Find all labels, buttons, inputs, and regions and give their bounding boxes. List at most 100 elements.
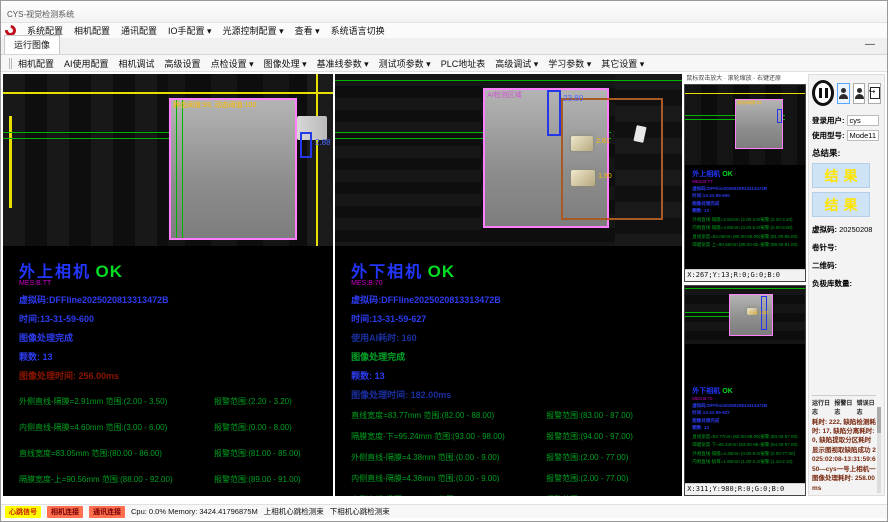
minimize-button[interactable]: — — [863, 39, 877, 50]
capture-time: 时间:13-31-59-627 — [351, 312, 682, 325]
virtual-code-label: 虚拟码: — [812, 225, 837, 234]
camera-title-text: 外上相机 — [692, 171, 720, 178]
logout-button[interactable] — [868, 83, 881, 104]
measure-value: 内侧直线-隔膜=4.60mm (3.00-6.00) — [692, 225, 760, 231]
menu-comm-config[interactable]: 通讯配置 — [121, 24, 157, 37]
alarm-range: 报警:(2.20-3.20) — [760, 217, 792, 223]
menubar: 系统配置 相机配置 通讯配置 IO手配置 ▾ 光源控制配置 ▾ 查看 ▾ 系统语… — [1, 23, 887, 38]
menu-language-switch[interactable]: 系统语言切换 — [331, 24, 385, 37]
processing-time: 图像处理时间: 182.00ms — [351, 388, 682, 401]
capture-time: 时间:13-31-59-627 — [692, 410, 805, 416]
tool-camera-config[interactable]: 相机配置 — [18, 57, 54, 70]
tab-run-image[interactable]: 运行图像 — [4, 35, 60, 54]
edge-line-green — [176, 100, 177, 238]
measure-list: 直线宽度=83.77mm 范围:(82.00 - 88.00) 报警范围:(83… — [351, 410, 682, 496]
measure-value: 隔膜宽度-下=95.24mm 范围:(93.00 - 98.00) — [351, 431, 546, 442]
baseline-green-top — [335, 80, 682, 81]
alarm-range: 报警:(89.00-91.00) — [760, 242, 797, 248]
camera-title: 外下相机 OK — [692, 386, 805, 396]
tool-baseline-params[interactable]: 基准线参数 ▾ — [317, 57, 369, 70]
alarm-range: 报警:(83.00-87.00) — [760, 434, 797, 440]
log-tab-alarm[interactable]: 报警日志 — [834, 398, 853, 416]
ai-time: 使用AI耗时: 160 — [351, 331, 682, 344]
log-scrollbar[interactable] — [877, 407, 881, 493]
alarm-range: 报警:(81.00-85.00) — [760, 234, 797, 240]
measure-value: 内侧直线-极耳=1.90mm 范围:(1.00 - 2.20) — [351, 494, 546, 496]
model-value[interactable]: Mode11 — [847, 130, 880, 141]
comm-connect-badge: 通讯连接 — [89, 506, 125, 518]
thumb-result-text: 外上相机 OK MES:B:TT 虚拟码:DFFline202502081331… — [685, 165, 805, 248]
thumbnail-upper-camera[interactable]: 静态阈值:93 外上相机 OK MES:B:TT 虚拟码:DFFline2025… — [684, 84, 806, 282]
alarm-range: 报警范围:(0.00 - 8.00) — [214, 422, 292, 433]
measure-value: 直线宽度=83.05mm 范围:(80.00 - 86.00) — [19, 448, 214, 459]
edge-line-green — [182, 100, 183, 238]
result-block-lower: 外下相机 OK MES:B:70 虚拟码:DFFline202502081331… — [335, 246, 682, 496]
result-block-upper: 外上相机 OK MES:B:TT 虚拟码:DFFline202502081331… — [3, 246, 333, 496]
measure-value-label: 2.88 — [315, 138, 331, 147]
log-tab-run[interactable]: 运行日志 — [812, 398, 831, 416]
measure-value: 隔膜宽度-上=90.56mm 范围:(88.00 - 92.00) — [19, 474, 214, 485]
log-tab-error[interactable]: 错误日志 — [857, 398, 876, 416]
camera-title: 外下相机 — [351, 262, 423, 281]
pause-button[interactable] — [812, 80, 834, 106]
heartbeat-badge: 心跳信号 — [5, 506, 41, 518]
machine-structure — [335, 74, 481, 246]
tool-plc-address-table[interactable]: PLC地址表 — [441, 57, 486, 70]
tool-advanced-debug[interactable]: 高级调试 ▾ — [495, 57, 538, 70]
menu-camera-config[interactable]: 相机配置 — [74, 24, 110, 37]
camera-image-upper[interactable]: 静态阈值:93, 动态阈值:100 2.88 — [3, 74, 333, 246]
logout-door-icon — [870, 87, 880, 99]
thumbnail-lower-camera[interactable]: 2.61 1.90 外下相机 OK MES:B:70 虚拟码:DFFline20… — [684, 285, 806, 496]
tool-test-params[interactable]: 测试项参数 ▾ — [379, 57, 431, 70]
processing-done: 图像处理完成 — [692, 201, 805, 207]
alarm-range: 报警范围:(1.10 - 2.10) — [546, 494, 624, 496]
tool-other-settings[interactable]: 其它设置 ▾ — [601, 57, 644, 70]
tool-learning-params[interactable]: 学习参数 ▾ — [548, 57, 591, 70]
qrcode-row: 二维码: — [812, 260, 881, 271]
measure-row: 内侧直线-极耳=1.90mm (1.00-2.20) 报警:(1.10-2.10… — [692, 459, 805, 465]
measure-row: 内侧直线-隔膜=4.38mm 范围:(0.00 - 9.00) 报警范围:(2.… — [351, 473, 682, 484]
camera-title: 外上相机 OK — [692, 169, 805, 179]
measure-value: 外侧直线-隔膜=2.91mm 范围:(2.00 - 3.50) — [19, 396, 214, 407]
measure-row: 直线宽度=83.05mm 范围:(80.00 - 86.00) 报警范围:(81… — [19, 448, 333, 459]
virtual-code-value: 20250208 — [839, 225, 872, 234]
operator-button[interactable] — [853, 83, 866, 104]
tool-advanced-settings[interactable]: 高级设置 — [165, 57, 201, 70]
menu-view[interactable]: 查看 ▾ — [295, 24, 320, 37]
tab-strip: 运行图像 — — [1, 38, 887, 55]
mes-status: MES:B:TT — [692, 179, 805, 184]
tool-ai-usage-config[interactable]: AI使用配置 — [64, 57, 109, 70]
defect-value-label: 1.90 — [598, 173, 612, 180]
measure-row: 内侧直线-极耳=1.90mm 范围:(1.00 - 2.20) 报警范围:(1.… — [351, 494, 682, 496]
mes-status: MES:B:70 — [692, 396, 805, 401]
measure-row: 内侧直线-隔膜=4.60mm (3.00-6.00) 报警:(0.00-8.00… — [692, 225, 805, 231]
needle-label: 卷针号: — [812, 243, 837, 252]
measure-list: 外侧直线-隔膜=2.91mm 范围:(2.00 - 3.50) 报警范围:(2.… — [19, 396, 333, 485]
cpu-memory-text: Cpu: 0.0% Memory: 3424.41796875M — [131, 507, 258, 516]
measure-value: 直线宽度=83.05mm (80.00-86.00) — [692, 234, 760, 240]
menu-io-config[interactable]: IO手配置 ▾ — [168, 24, 212, 37]
measure-row: 外侧直线-隔膜=4.38mm (0.00-9.00) 报警:(2.00-77.0… — [692, 451, 805, 457]
alarm-range: 报警:(94.00-97.00) — [760, 442, 797, 448]
person-icon — [839, 88, 848, 99]
defect-value-label: 2.61 1.90 — [749, 310, 768, 315]
log-area: 运行日志 报警日志 错误日志 耗时: 222, 缺陷检测耗时: 17, 缺陷分离… — [812, 395, 881, 493]
user-mode-button[interactable] — [837, 83, 850, 104]
piece-count: 颗数: 13 — [19, 350, 333, 363]
reference-mark-yellow — [9, 116, 12, 208]
processing-done: 图像处理完成 — [692, 418, 805, 424]
menu-light-config[interactable]: 光源控制配置 ▾ — [223, 24, 284, 37]
capture-time: 时间:13-31-59-600 — [19, 312, 333, 325]
result-block-cam2: 结果 — [812, 192, 870, 217]
login-user-value[interactable]: cys — [847, 115, 879, 126]
measure-row: 隔膜宽度-下=95.24mm 范围:(93.00 - 98.00) 报警范围:(… — [351, 431, 682, 442]
processing-done: 图像处理完成 — [19, 331, 333, 344]
measure-value: 直线宽度=83.77mm 范围:(82.00 - 88.00) — [351, 410, 546, 421]
log-text: 耗时: 222, 缺陷检测耗时: 17, 缺陷分离耗时: 0, 缺陷提取分区耗时… — [812, 418, 876, 493]
measure-row: 外侧直线-隔膜=2.91mm 范围:(2.00 - 3.50) 报警范围:(2.… — [19, 396, 333, 407]
tool-camera-debug[interactable]: 相机调试 — [119, 57, 155, 70]
tool-spot-check[interactable]: 点检设置 ▾ — [211, 57, 254, 70]
camera-image-lower[interactable]: AI检测区域 23.80 2.61 1.90 — [335, 74, 682, 246]
defect-patch — [571, 170, 595, 186]
tool-image-processing[interactable]: 图像处理 ▾ — [264, 57, 307, 70]
